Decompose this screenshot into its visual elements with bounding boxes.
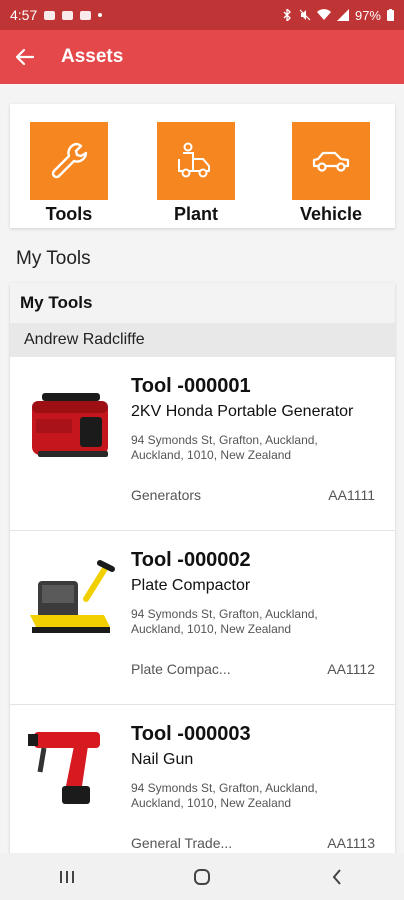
system-nav-bar — [0, 853, 404, 900]
category-tools-label: Tools — [45, 204, 93, 224]
bluetooth-icon — [283, 9, 291, 21]
car-icon — [312, 151, 350, 172]
battery-icon — [387, 9, 394, 21]
category-tools-tile — [30, 122, 108, 200]
tool-code: AA1113 — [327, 835, 375, 851]
tool-id: Tool -000001 — [131, 375, 251, 397]
tool-name: Plate Compactor — [131, 577, 251, 594]
home-icon — [193, 868, 210, 885]
tool-row[interactable]: Tool -000003 Nail Gun 94 Symonds St, Gra… — [10, 705, 395, 863]
message-icon — [62, 10, 74, 20]
tool-row[interactable]: Tool -000001 2KV Honda Portable Generato… — [10, 357, 395, 531]
notification-icon — [44, 10, 56, 20]
signal-icon — [336, 9, 349, 21]
tool-id: Tool -000002 — [131, 549, 251, 571]
section-heading: My Tools — [16, 248, 91, 269]
asset-category-card: Tools Plant Vehicle — [10, 104, 395, 228]
wifi-icon — [316, 9, 331, 20]
plate-compactor-image — [30, 560, 115, 633]
tool-row[interactable]: Tool -000002 Plate Compactor 94 Symonds … — [10, 531, 395, 705]
category-vehicle[interactable]: Vehicle — [292, 122, 370, 225]
mute-icon — [299, 9, 311, 21]
category-plant-label: Plant — [173, 204, 218, 224]
tool-name: Nail Gun — [131, 751, 194, 768]
tool-address: 94 Symonds St, Grafton, Auckland, Auckla… — [131, 607, 318, 636]
category-plant-tile — [157, 122, 235, 200]
page-title: Assets — [61, 46, 124, 67]
category-plant[interactable]: Plant — [157, 122, 235, 225]
group-header-owner: Andrew Radcliffe — [10, 323, 395, 357]
app-bar: Assets — [0, 30, 404, 84]
home-button[interactable] — [172, 857, 232, 897]
tool-category: Plate Compac... — [131, 661, 231, 677]
wrench-icon — [51, 142, 88, 179]
tool-name: 2KV Honda Portable Generator — [131, 403, 354, 420]
truck-icon — [178, 142, 210, 178]
recent-apps-button[interactable] — [37, 857, 97, 897]
system-back-button[interactable] — [307, 857, 367, 897]
category-vehicle-label: Vehicle — [299, 204, 363, 224]
tools-list: My Tools Andrew Radcliffe Tool -000001 2… — [10, 283, 395, 863]
more-notifications-icon — [98, 13, 103, 17]
arrow-left-icon — [16, 48, 34, 66]
category-vehicle-tile — [292, 122, 370, 200]
tool-address: 94 Symonds St, Grafton, Auckland, Auckla… — [131, 433, 318, 462]
image-icon — [80, 10, 92, 20]
tool-category: General Trade... — [131, 835, 233, 851]
status-bar: 4:57 97% — [0, 0, 404, 30]
generator-image — [32, 393, 108, 457]
nail-gun-image — [28, 732, 100, 804]
recents-icon — [60, 870, 75, 883]
tool-address: 94 Symonds St, Grafton, Auckland, Auckla… — [131, 781, 318, 810]
chevron-left-icon — [332, 868, 341, 885]
back-button[interactable] — [3, 35, 47, 79]
category-tools[interactable]: Tools — [30, 122, 108, 225]
tool-code: AA1111 — [328, 487, 375, 503]
tool-id: Tool -000003 — [131, 723, 251, 745]
battery-percent: 97% — [354, 7, 381, 23]
list-header: My Tools — [10, 283, 395, 323]
tool-category: Generators — [131, 487, 202, 503]
status-time: 4:57 — [10, 7, 38, 23]
tool-code: AA1112 — [327, 661, 375, 677]
